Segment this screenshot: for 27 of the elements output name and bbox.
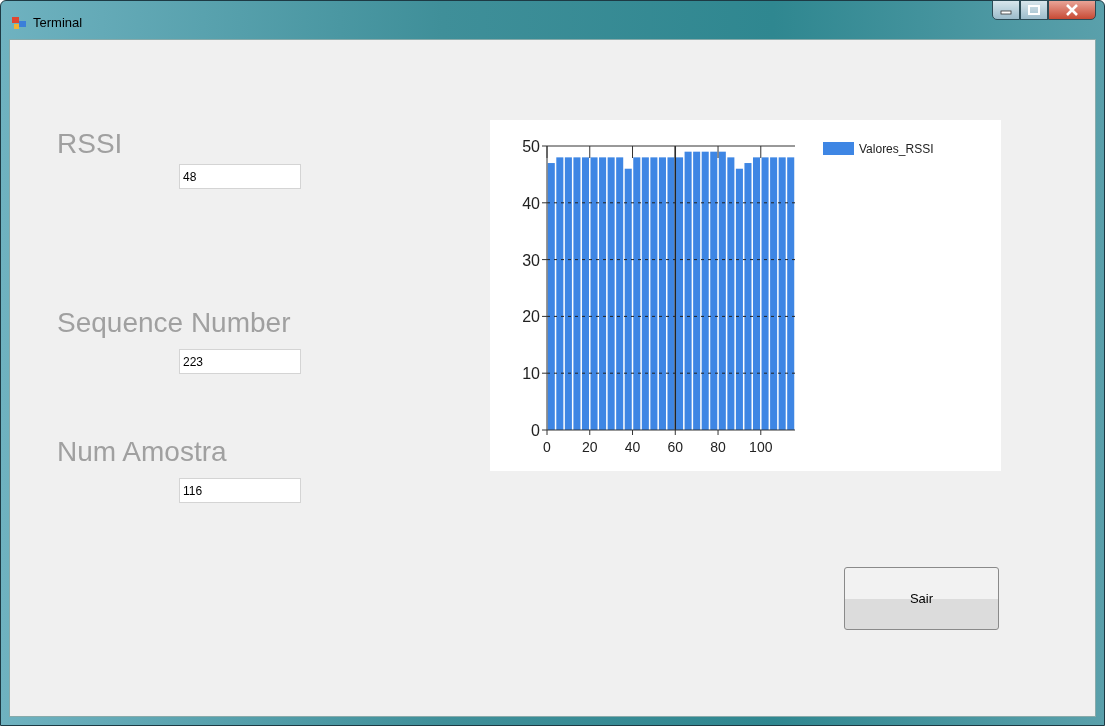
- maximize-button[interactable]: [1020, 0, 1048, 20]
- field-label: Sequence Number: [57, 307, 292, 339]
- x-tick-label: 0: [543, 439, 551, 455]
- close-icon: [1065, 4, 1079, 16]
- x-tick-label: 100: [749, 439, 773, 455]
- legend-label: Valores_RSSI: [859, 142, 934, 156]
- exit-button[interactable]: Sair: [844, 567, 999, 630]
- input-field[interactable]: 116: [179, 478, 301, 503]
- y-tick-label: 30: [522, 251, 540, 269]
- field-label: Num Amostra: [57, 436, 228, 468]
- app-icon: [11, 15, 27, 31]
- x-tick-label: 60: [667, 439, 684, 455]
- input-field[interactable]: 223: [179, 349, 301, 374]
- input-field[interactable]: 48: [179, 164, 301, 189]
- x-tick-label: 20: [581, 439, 598, 455]
- field-label: RSSI: [57, 128, 124, 160]
- y-tick-label: 40: [522, 194, 540, 212]
- window-title: Terminal: [33, 15, 83, 30]
- x-tick-label: 80: [710, 439, 726, 455]
- minimize-button[interactable]: [992, 0, 1020, 20]
- y-tick-label: 10: [522, 365, 540, 383]
- y-tick-label: 20: [522, 308, 540, 326]
- maximize-icon: [1028, 5, 1040, 15]
- y-tick-label: 50: [522, 138, 540, 155]
- x-tick-label: 40: [624, 439, 641, 455]
- close-button[interactable]: [1048, 0, 1096, 20]
- y-tick-label: 0: [531, 422, 540, 439]
